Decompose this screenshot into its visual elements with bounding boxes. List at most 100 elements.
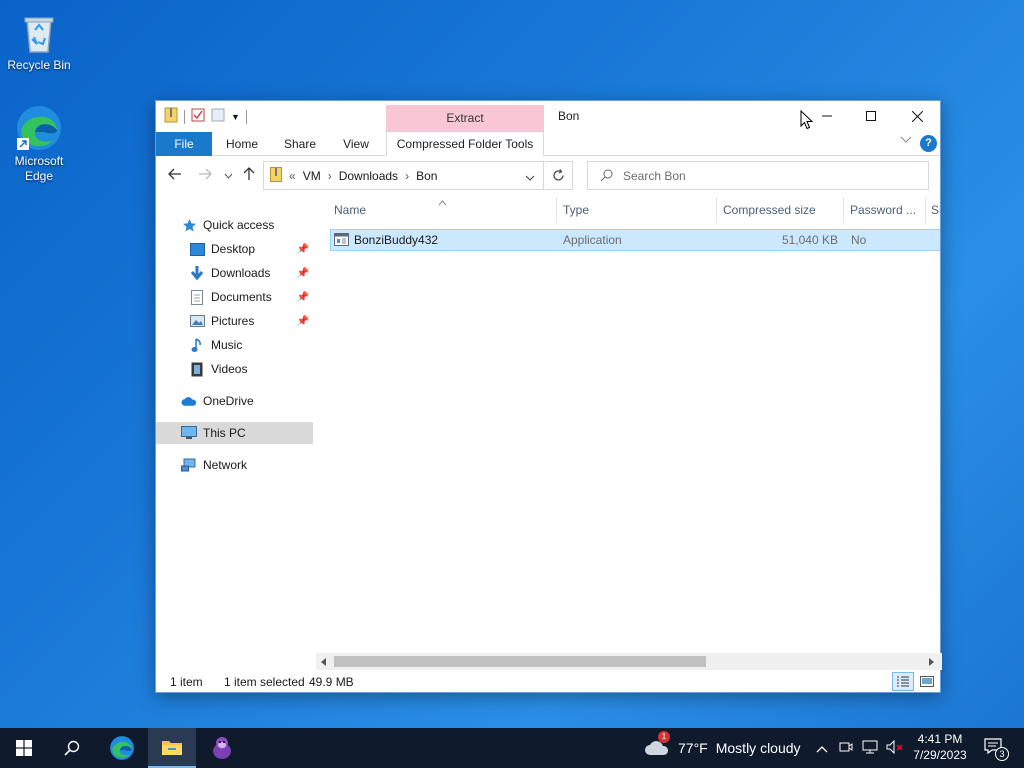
scroll-right-icon[interactable] — [928, 656, 935, 670]
edge-desktop-icon[interactable]: Microsoft Edge — [1, 104, 77, 184]
up-button[interactable] — [243, 167, 255, 184]
chevron-down-icon — [224, 173, 233, 179]
help-icon[interactable]: ? — [920, 135, 937, 152]
breadcrumb-bon[interactable]: Bon — [416, 169, 437, 183]
nav-quick-access-label: Quick access — [203, 218, 275, 232]
refresh-button[interactable] — [545, 161, 573, 190]
details-view-button[interactable] — [892, 672, 914, 691]
breadcrumb-downloads[interactable]: Downloads — [339, 169, 398, 183]
tab-file[interactable]: File — [156, 132, 212, 156]
tab-home[interactable]: Home — [214, 132, 270, 156]
taskbar-bonzibuddy[interactable] — [198, 728, 246, 768]
column-header-name[interactable]: Name — [330, 197, 557, 223]
tab-view[interactable]: View — [328, 132, 384, 156]
forward-button[interactable] — [198, 168, 212, 183]
customize-qat-icon[interactable]: ▼ — [231, 112, 240, 122]
status-item-count: 1 item — [170, 675, 203, 689]
show-hidden-icons-icon[interactable] — [816, 742, 828, 756]
horizontal-scrollbar[interactable] — [316, 653, 942, 670]
search-placeholder: Search Bon — [623, 168, 686, 183]
forward-arrow-icon — [199, 168, 212, 180]
computer-icon — [181, 425, 197, 441]
folder-icon — [162, 741, 182, 755]
meet-now-icon[interactable] — [839, 740, 853, 757]
file-compressed-size: 51,040 KB — [781, 233, 838, 247]
context-tab-extract[interactable]: Extract — [386, 105, 544, 132]
scrollbar-thumb[interactable] — [334, 656, 706, 667]
notification-center-button[interactable]: 3 — [984, 738, 1009, 761]
nav-network[interactable]: Network — [156, 454, 313, 476]
large-icons-view-button[interactable] — [916, 672, 938, 691]
nav-onedrive-label: OneDrive — [203, 394, 254, 408]
tab-compressed-folder-tools[interactable]: Compressed Folder Tools — [386, 132, 544, 156]
column-header-compressed-size[interactable]: Compressed size — [719, 197, 844, 223]
window-title: Bon — [558, 109, 580, 123]
ribbon-expand-icon[interactable] — [900, 135, 912, 147]
nav-onedrive[interactable]: OneDrive — [156, 390, 313, 412]
star-icon — [181, 217, 197, 233]
windows-logo-icon — [16, 740, 32, 756]
recycle-bin-desktop-icon[interactable]: Recycle Bin — [1, 8, 77, 73]
weather-widget[interactable]: 1 77°F Mostly cloudy — [644, 728, 801, 768]
nav-documents[interactable]: Documents 📌 — [156, 286, 313, 308]
notification-count-badge: 3 — [995, 747, 1009, 761]
pin-icon: 📌 — [296, 267, 309, 279]
scroll-left-icon[interactable] — [320, 656, 327, 670]
document-icon — [189, 289, 205, 305]
cloud-night-icon: 1 — [644, 731, 670, 759]
network-status-icon[interactable] — [862, 740, 878, 757]
clock[interactable]: 4:41 PM 7/29/2023 — [910, 731, 970, 763]
search-taskbar-button[interactable] — [48, 728, 96, 768]
navigation-bar: « VM › Downloads › Bon Search Bon — [156, 157, 940, 193]
tab-share[interactable]: Share — [272, 132, 328, 156]
nav-this-pc[interactable]: This PC — [156, 422, 313, 444]
cloud-icon — [181, 393, 197, 409]
zip-folder-icon[interactable] — [164, 107, 178, 126]
taskbar-edge[interactable] — [98, 728, 146, 768]
nav-downloads[interactable]: Downloads 📌 — [156, 262, 313, 284]
close-icon — [911, 110, 923, 122]
taskbar: 1 77°F Mostly cloudy 4:41 PM 7/29/2023 3 — [0, 728, 1024, 768]
navigation-pane: Quick access Desktop 📌 Downloads 📌 Docum… — [156, 201, 316, 657]
breadcrumb-vm[interactable]: VM — [303, 169, 321, 183]
volume-muted-icon[interactable] — [886, 739, 904, 757]
maximize-button[interactable] — [848, 101, 894, 131]
chevron-right-icon[interactable]: › — [405, 169, 409, 183]
nav-downloads-label: Downloads — [211, 266, 271, 280]
network-icon — [181, 457, 197, 473]
back-button[interactable] — [168, 168, 182, 183]
chevron-right-icon[interactable]: › — [328, 169, 332, 183]
recent-locations-button[interactable] — [224, 169, 233, 183]
nav-quick-access[interactable]: Quick access — [156, 214, 313, 236]
address-overflow[interactable]: « — [289, 169, 296, 183]
nav-pictures[interactable]: Pictures 📌 — [156, 310, 313, 332]
up-arrow-icon — [243, 167, 255, 180]
nav-music[interactable]: Music — [156, 334, 313, 356]
address-bar[interactable]: « VM › Downloads › Bon — [263, 161, 544, 190]
quick-access-toolbar: ▼ — [164, 107, 247, 126]
properties-icon[interactable] — [191, 108, 205, 125]
qat-divider — [184, 109, 185, 124]
nav-videos[interactable]: Videos — [156, 358, 313, 380]
search-box[interactable]: Search Bon — [587, 161, 929, 190]
new-folder-icon[interactable] — [211, 108, 225, 125]
zip-folder-icon — [270, 166, 282, 185]
search-icon — [600, 169, 613, 182]
column-header-size[interactable]: Si — [927, 197, 940, 223]
start-button[interactable] — [0, 728, 48, 768]
nav-desktop[interactable]: Desktop 📌 — [156, 238, 313, 260]
table-row[interactable]: BonziBuddy432 Application 51,040 KB No — [330, 229, 940, 251]
taskbar-file-explorer[interactable] — [148, 728, 196, 768]
picture-icon — [189, 313, 205, 329]
clock-time: 4:41 PM — [917, 732, 963, 746]
nav-network-label: Network — [203, 458, 248, 472]
maximize-icon — [866, 111, 876, 121]
refresh-icon — [553, 169, 564, 181]
address-dropdown-icon[interactable] — [525, 171, 535, 185]
column-header-type[interactable]: Type — [559, 197, 717, 223]
download-arrow-icon — [189, 265, 205, 281]
status-selected: 1 item selected — [224, 675, 305, 689]
file-password: No — [851, 233, 867, 247]
column-header-password[interactable]: Password ... — [846, 197, 926, 223]
close-button[interactable] — [894, 101, 940, 131]
